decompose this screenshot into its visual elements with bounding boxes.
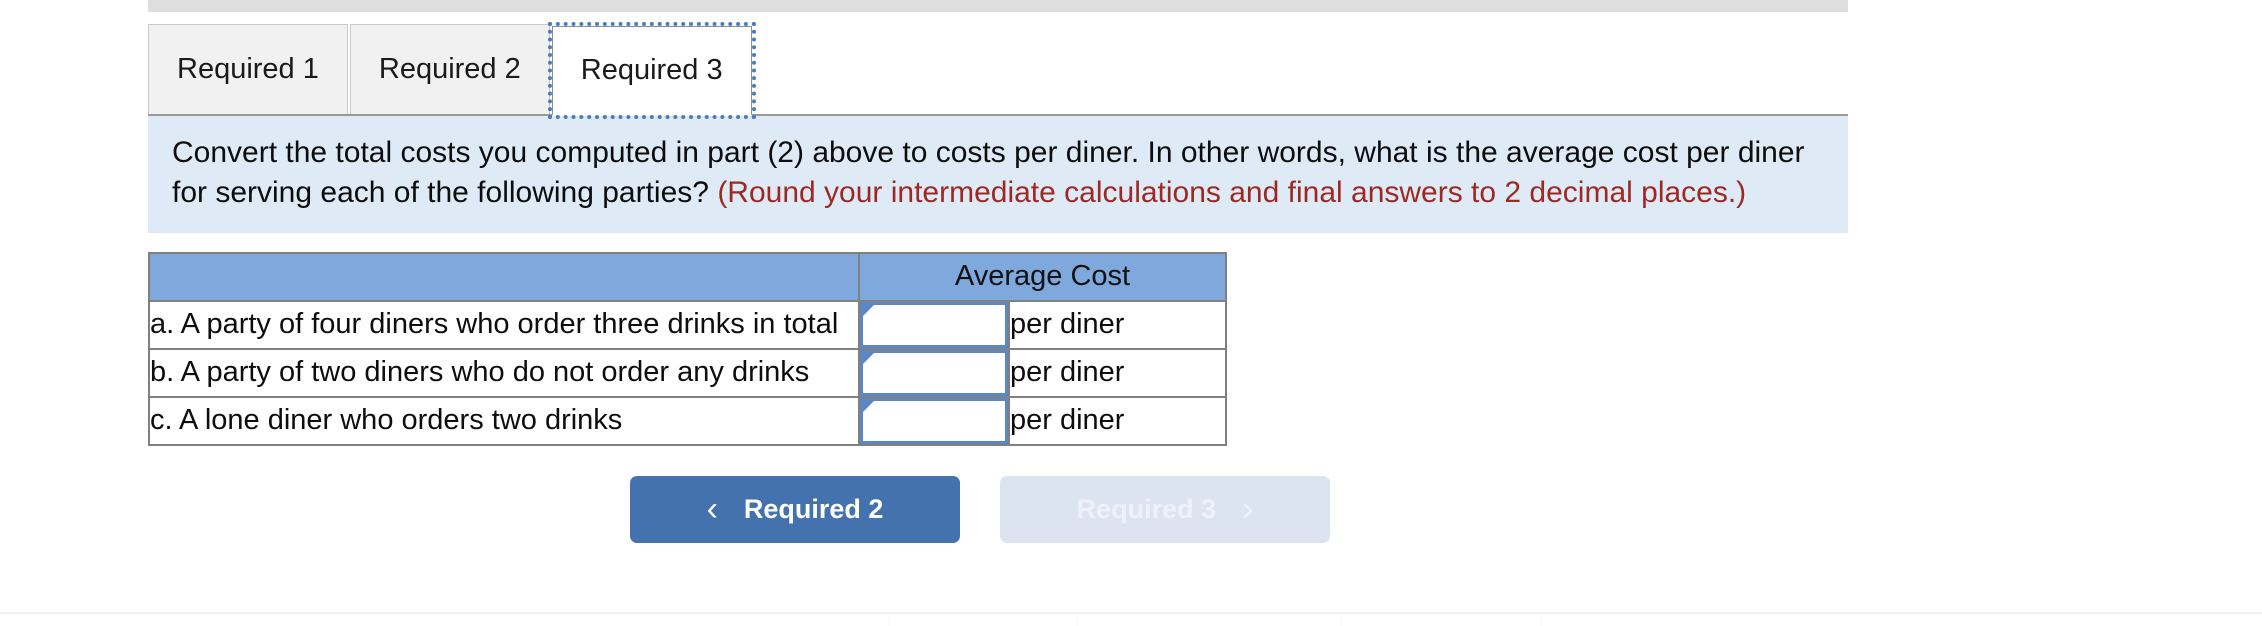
input-cell-c [858,395,1010,446]
input-wrapper [860,301,1008,348]
tab-strip: Required 1 Required 2 Required 3 [148,12,1848,119]
table-row: b. A party of two diners who do not orde… [148,347,1227,398]
bottom-tick [888,616,889,626]
next-required-3-button[interactable]: Required 3 › [1000,475,1330,543]
bottom-tick [1540,616,1541,626]
answer-input-b[interactable] [860,349,1008,396]
bottom-divider [0,612,2262,614]
chevron-left-icon: ‹ [706,490,718,529]
question-content: Required 1 Required 2 Required 3 Convert… [0,12,2262,543]
row-label-c: c. A lone diner who orders two drinks [148,395,860,446]
tab-required-1[interactable]: Required 1 [148,24,348,114]
bottom-tick [1340,616,1341,626]
prev-required-2-button[interactable]: ‹ Required 2 [630,475,960,543]
table-row: a. A party of four diners who order thre… [148,299,1227,350]
input-wrapper [860,397,1008,444]
row-label-b: b. A party of two diners who do not orde… [148,347,860,398]
input-wrapper [860,349,1008,396]
tab-label: Required 1 [177,53,319,85]
chevron-right-icon: › [1242,490,1254,529]
table-row: c. A lone diner who orders two drinks pe… [148,395,1227,446]
unit-label-c: per diner [1008,395,1227,446]
bottom-tick [1077,616,1078,626]
navigation-buttons: ‹ Required 2 Required 3 › [630,475,2262,543]
tab-required-2[interactable]: Required 2 [349,24,550,114]
tab-label: Required 3 [580,54,723,86]
unit-label-a: per diner [1008,299,1227,350]
tab-required-3[interactable]: Required 3 [547,22,756,119]
instruction-panel: Convert the total costs you computed in … [148,116,1848,233]
row-label-a: a. A party of four diners who order thre… [148,299,860,350]
tab-label: Required 2 [378,53,521,85]
unit-label-b: per diner [1008,347,1227,398]
prev-button-label: Required 2 [743,493,884,524]
input-cell-a [858,299,1010,350]
answer-table: Average Cost a. A party of four diners w… [148,251,1227,446]
answer-table-container: Average Cost a. A party of four diners w… [148,251,2262,446]
header-cell-average-cost: Average Cost [858,251,1227,302]
next-button-label: Required 3 [1076,493,1217,524]
instruction-rounding-note: (Round your intermediate calculations an… [717,175,1747,209]
answer-input-c[interactable] [860,397,1008,444]
table-header-row: Average Cost [148,251,1227,302]
answer-input-a[interactable] [860,301,1008,348]
top-gray-strip [148,0,1848,12]
input-cell-b [858,347,1010,398]
header-cell-blank [148,251,860,302]
